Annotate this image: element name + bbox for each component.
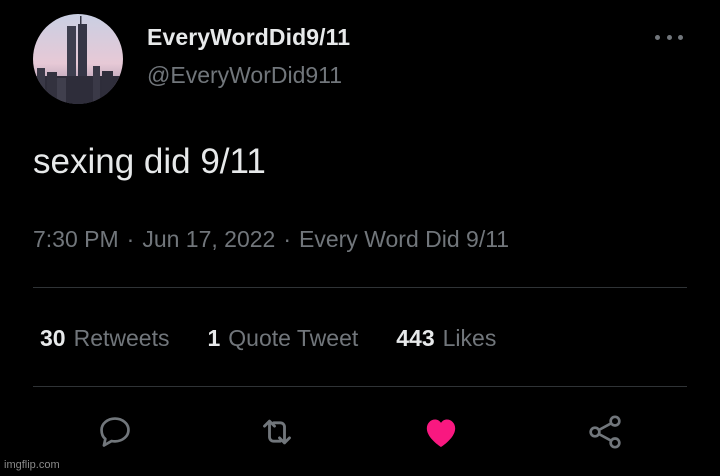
display-name[interactable]: EveryWordDid9/11	[147, 24, 350, 51]
user-handle[interactable]: @EveryWorDid911	[147, 62, 342, 89]
retweet-icon	[263, 419, 291, 445]
stat-count: 443	[396, 325, 435, 351]
divider	[33, 287, 687, 288]
likes-stat[interactable]: 443 Likes	[396, 325, 496, 352]
stat-count: 1	[207, 325, 221, 351]
stat-label: Likes	[442, 325, 497, 351]
dot	[678, 34, 683, 40]
reply-icon	[100, 417, 130, 447]
tweet-time[interactable]: 7:30 PM	[33, 226, 119, 252]
tweet-date[interactable]: Jun 17, 2022	[142, 226, 275, 252]
like-button[interactable]	[418, 409, 464, 455]
tweet-meta: 7:30 PM · Jun 17, 2022 · Every Word Did 9/11	[33, 226, 509, 253]
reply-button[interactable]	[92, 409, 138, 455]
share-icon	[589, 415, 621, 449]
avatar[interactable]	[33, 14, 123, 104]
more-options-icon[interactable]	[652, 26, 686, 48]
retweets-stat[interactable]: 30 Retweets	[40, 325, 169, 352]
tweet-text: sexing did 9/11	[33, 142, 266, 181]
stat-label: Retweets	[73, 325, 170, 351]
stat-count: 30	[40, 325, 66, 351]
action-bar	[0, 409, 720, 455]
share-button[interactable]	[582, 409, 628, 455]
tweet-source[interactable]: Every Word Did 9/11	[299, 226, 509, 252]
watermark: imgflip.com	[4, 459, 60, 471]
meta-separator: ·	[283, 226, 292, 252]
dot	[655, 34, 660, 40]
twin-towers-photo	[33, 14, 123, 104]
meta-separator: ·	[126, 226, 135, 252]
engagement-stats: 30 Retweets 1 Quote Tweet 443 Likes	[40, 325, 534, 352]
retweet-button[interactable]	[254, 409, 300, 455]
divider	[33, 386, 687, 387]
stat-label: Quote Tweet	[228, 325, 359, 351]
heart-icon	[426, 419, 456, 447]
quote-tweets-stat[interactable]: 1 Quote Tweet	[207, 325, 358, 352]
tweet-card: EveryWordDid9/11 @EveryWorDid911 sexing …	[0, 0, 720, 476]
dot	[666, 34, 672, 40]
